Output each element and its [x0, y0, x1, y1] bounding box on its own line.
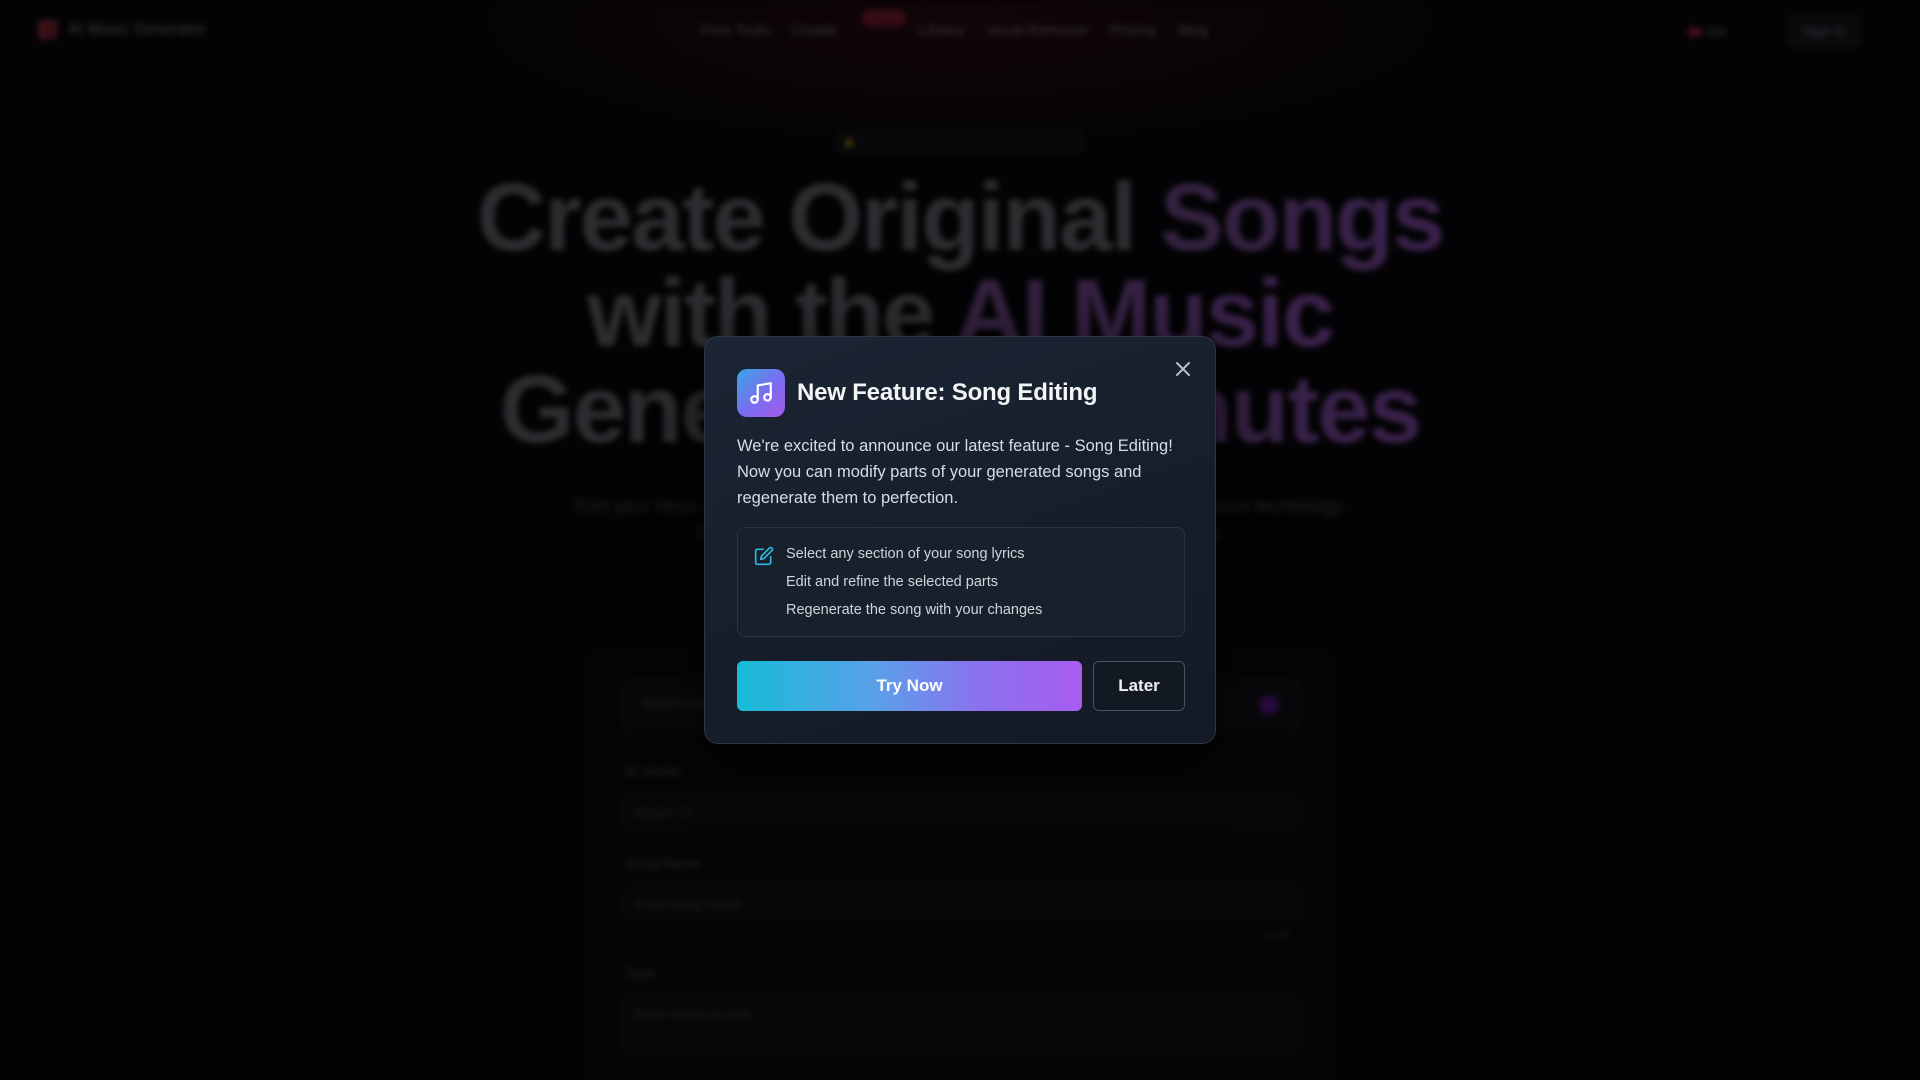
edit-square-icon [754, 546, 774, 566]
try-now-button[interactable]: Try Now [737, 661, 1082, 711]
feature-announcement-modal: New Feature: Song Editing We're excited … [704, 336, 1216, 744]
feature-item: Edit and refine the selected parts [786, 574, 998, 590]
close-button[interactable] [1171, 357, 1195, 381]
modal-description: We're excited to announce our latest fea… [737, 437, 1173, 507]
feature-item: Select any section of your song lyrics [786, 546, 1025, 562]
feature-list: Select any section of your song lyrics E… [737, 527, 1185, 637]
modal-title: New Feature: Song Editing [797, 379, 1098, 406]
feature-item: Regenerate the song with your changes [786, 602, 1043, 618]
close-icon [1176, 362, 1190, 376]
modal-header: New Feature: Song Editing [737, 369, 1098, 417]
later-button[interactable]: Later [1093, 661, 1185, 711]
music-note-icon [737, 369, 785, 417]
